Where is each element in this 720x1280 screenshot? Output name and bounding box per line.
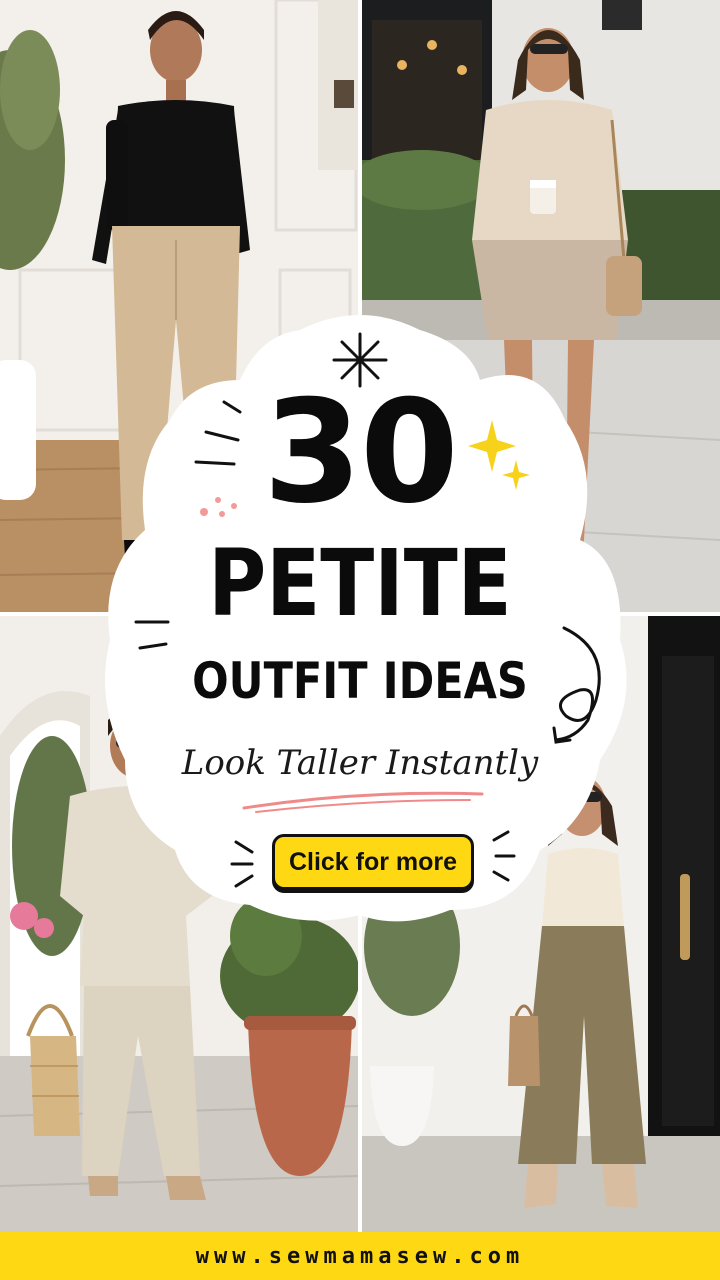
footer-banner[interactable]: www.sewmamasew.com — [0, 1232, 720, 1280]
headline-number: 30 — [263, 370, 459, 535]
headline-overlay: 30 PETITE OUTFIT IDEAS Look Taller Insta… — [0, 0, 720, 1232]
headline-title: PETITE — [208, 530, 512, 637]
click-for-more-button[interactable]: Click for more — [272, 834, 474, 890]
headline-subtitle: OUTFIT IDEAS — [192, 652, 528, 710]
website-url[interactable]: www.sewmamasew.com — [196, 1244, 524, 1269]
cta-burst-left-icon — [230, 840, 254, 888]
arrowhead-icon — [552, 726, 572, 744]
cta-burst-right-icon — [492, 830, 516, 882]
click-for-more-label: Click for more — [288, 847, 458, 876]
tagline: Look Taller Instantly — [181, 743, 539, 783]
